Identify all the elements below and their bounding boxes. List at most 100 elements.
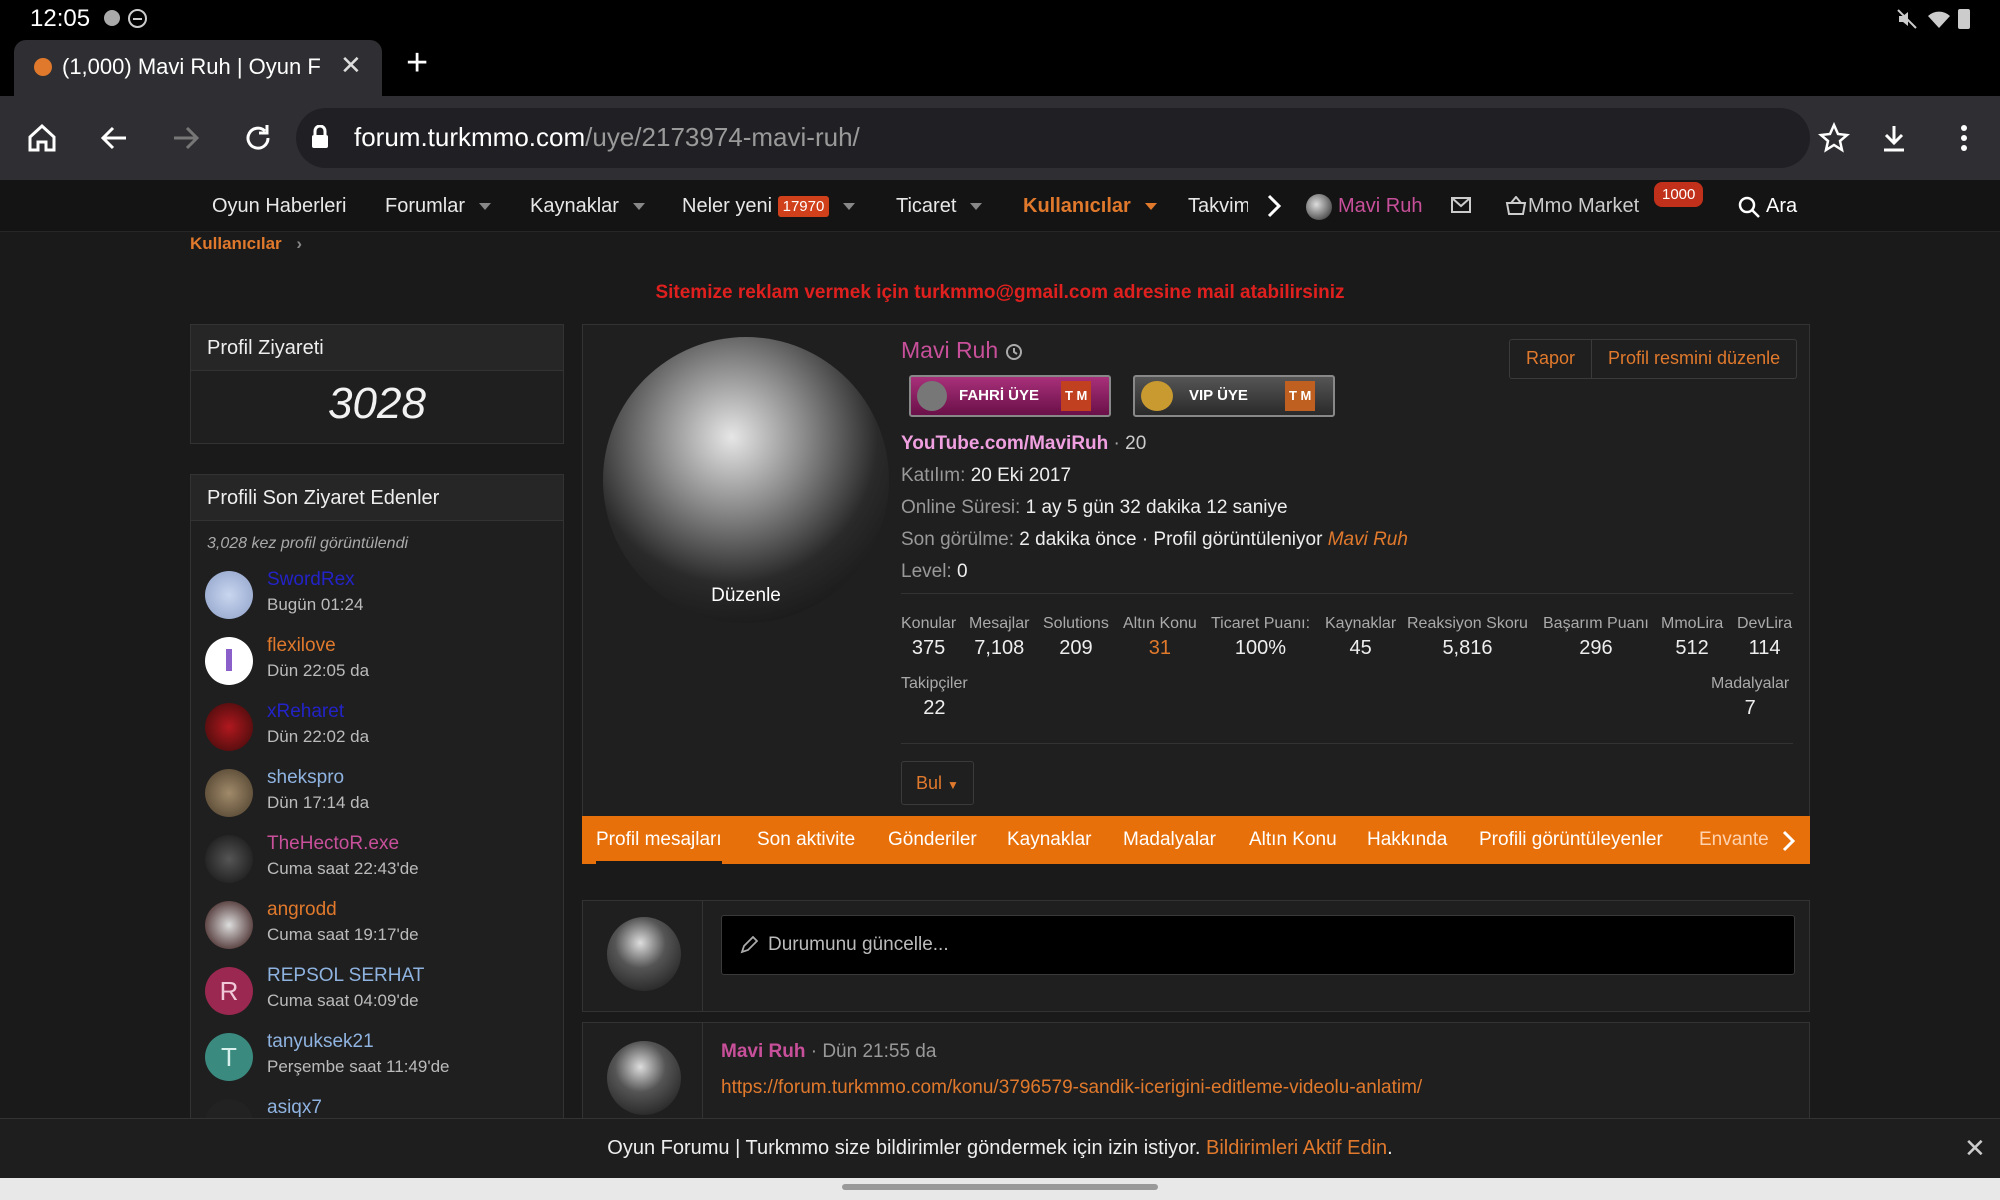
visitor-name[interactable]: TheHectoR.exe — [267, 833, 399, 855]
visitor-name[interactable]: tanyuksek21 — [267, 1031, 374, 1053]
stat-reaksiyon[interactable]: Reaksiyon Skoru 5,816 — [1407, 615, 1528, 660]
chevron-down-icon[interactable] — [970, 203, 983, 211]
lock-icon[interactable] — [310, 125, 330, 149]
chevron-right-icon[interactable] — [1266, 194, 1282, 218]
chevron-down-icon[interactable] — [1144, 203, 1157, 211]
lastseen-user[interactable]: Mavi Ruh — [1328, 529, 1408, 550]
star-icon[interactable] — [1818, 122, 1850, 154]
tab-son-aktivite[interactable]: Son aktivite — [757, 816, 855, 864]
avatar[interactable] — [205, 703, 253, 751]
avatar[interactable] — [205, 637, 253, 685]
list-item[interactable]: R REPSOL SERHAT Cuma saat 04:09'de — [205, 963, 555, 1027]
report-button[interactable]: Rapor — [1510, 340, 1593, 378]
stat-solutions[interactable]: Solutions 209 — [1043, 615, 1109, 660]
avatar[interactable] — [205, 835, 253, 883]
list-item[interactable]: shekspro Dün 17:14 da — [205, 765, 555, 829]
tab-kaynaklar[interactable]: Kaynaklar — [1007, 816, 1092, 864]
online-row: Online Süresi: 1 ay 5 gün 32 dakika 12 s… — [901, 497, 1288, 519]
post-author[interactable]: Mavi Ruh — [721, 1041, 805, 1062]
avatar[interactable]: T — [205, 1033, 253, 1081]
tab-gonderiler[interactable]: Gönderiler — [888, 816, 977, 864]
gesture-handle[interactable] — [842, 1184, 1158, 1190]
avatar[interactable] — [205, 1099, 253, 1118]
post-time[interactable]: · Dün 21:55 da — [811, 1041, 937, 1062]
chevron-down-icon[interactable] — [632, 203, 645, 211]
tab-hakkinda[interactable]: Hakkında — [1367, 816, 1447, 864]
search-icon[interactable] — [1738, 196, 1760, 218]
nav-ticaret[interactable]: Ticaret — [896, 180, 983, 232]
list-item[interactable]: SwordRex Bugün 01:24 — [205, 567, 555, 631]
menu-icon[interactable] — [1952, 122, 1976, 154]
profile-avatar[interactable]: Düzenle — [603, 337, 889, 623]
envelope-icon[interactable] — [1451, 197, 1471, 213]
nav-kullanicilar[interactable]: Kullanıcılar — [1023, 180, 1157, 232]
avatar[interactable] — [205, 571, 253, 619]
tab-profil-mesajlari[interactable]: Profil mesajları — [596, 816, 722, 864]
download-icon[interactable] — [1878, 122, 1910, 154]
nav-search[interactable]: Ara — [1766, 180, 1797, 232]
list-item[interactable]: asiqx7 — [205, 1095, 555, 1118]
address-bar[interactable]: forum.turkmmo.com/uye/2173974-mavi-ruh/ — [296, 108, 1810, 168]
level-label: Level: — [901, 561, 952, 582]
status-input[interactable]: Durumunu güncelle... — [721, 915, 1795, 975]
nav-mmo-market[interactable]: Mmo Market — [1528, 180, 1639, 232]
stat-basarim[interactable]: Başarım Puanı 296 — [1543, 615, 1649, 660]
avatar[interactable] — [205, 769, 253, 817]
breadcrumb-link[interactable]: Kullanıcılar — [190, 234, 282, 253]
avatar[interactable] — [205, 901, 253, 949]
find-button[interactable]: Bul ▼ — [901, 761, 974, 805]
tab-envanter[interactable]: Envante — [1699, 816, 1769, 864]
reload-icon[interactable] — [242, 122, 274, 154]
stat-mmolira[interactable]: MmoLira 512 — [1661, 615, 1723, 660]
stat-mesajlar[interactable]: Mesajlar 7,108 — [969, 615, 1029, 660]
avatar[interactable] — [607, 917, 681, 991]
basket-icon[interactable] — [1505, 196, 1527, 216]
visitor-name[interactable]: REPSOL SERHAT — [267, 965, 424, 987]
nav-neler-yeni[interactable]: Neler yeni 17970 — [682, 180, 856, 232]
list-item[interactable]: T tanyuksek21 Perşembe saat 11:49'de — [205, 1029, 555, 1093]
visitor-name[interactable]: shekspro — [267, 767, 344, 789]
avatar[interactable]: R — [205, 967, 253, 1015]
home-icon[interactable] — [26, 122, 58, 154]
enable-notifications-link[interactable]: Bildirimleri Aktif Edin — [1206, 1137, 1387, 1159]
list-item[interactable]: xReharet Dün 22:02 da — [205, 699, 555, 763]
nav-oyun-haberleri[interactable]: Oyun Haberleri — [212, 180, 347, 232]
back-icon[interactable] — [98, 122, 130, 154]
chevron-right-icon[interactable] — [1782, 830, 1796, 852]
tab-profili-goruntuleyenler[interactable]: Profili görüntüleyenler — [1479, 816, 1663, 864]
visitor-name[interactable]: SwordRex — [267, 569, 355, 591]
visitor-name[interactable]: flexilove — [267, 635, 336, 657]
new-tab-icon[interactable]: + — [406, 42, 428, 85]
stat-kaynaklar[interactable]: Kaynaklar 45 — [1325, 615, 1396, 660]
list-item[interactable]: angrodd Cuma saat 19:17'de — [205, 897, 555, 961]
stat-konular[interactable]: Konular 375 — [901, 615, 956, 660]
forward-icon[interactable] — [170, 122, 202, 154]
avatar[interactable] — [607, 1041, 681, 1115]
chevron-down-icon[interactable] — [479, 203, 492, 211]
tab-madalyalar[interactable]: Madalyalar — [1123, 816, 1216, 864]
close-tab-icon[interactable]: ✕ — [340, 50, 362, 81]
nav-forumlar[interactable]: Forumlar — [385, 180, 492, 232]
list-item[interactable]: flexilove Dün 22:05 da — [205, 633, 555, 697]
tab-altin-konu[interactable]: Altın Konu — [1249, 816, 1337, 864]
visitor-name[interactable]: angrodd — [267, 899, 337, 921]
stat-medals[interactable]: Madalyalar 7 — [1711, 675, 1789, 720]
stat-ticaret[interactable]: Ticaret Puanı: 100% — [1211, 615, 1310, 660]
stat-devlira[interactable]: DevLira 114 — [1737, 615, 1792, 660]
visitor-name[interactable]: asiqx7 — [267, 1097, 322, 1118]
nav-kaynaklar[interactable]: Kaynaklar — [530, 180, 645, 232]
nav-user-name[interactable]: Mavi Ruh — [1338, 180, 1422, 232]
nav-takvim[interactable]: Takvim — [1188, 180, 1248, 232]
stat-altin-konu[interactable]: Altın Konu 31 — [1123, 615, 1197, 660]
history-icon[interactable] — [1005, 343, 1023, 361]
stat-followers[interactable]: Takipçiler 22 — [901, 675, 968, 720]
close-icon[interactable]: ✕ — [1964, 1133, 1986, 1164]
visitor-name[interactable]: xReharet — [267, 701, 344, 723]
edit-avatar-link[interactable]: Düzenle — [603, 585, 889, 607]
post-link[interactable]: https://forum.turkmmo.com/konu/3796579-s… — [721, 1077, 1422, 1099]
chevron-down-icon[interactable] — [843, 203, 856, 211]
user-avatar[interactable] — [1306, 194, 1332, 220]
browser-tab[interactable]: (1,000) Mavi Ruh | Oyun F ✕ — [14, 40, 382, 96]
list-item[interactable]: TheHectoR.exe Cuma saat 22:43'de — [205, 831, 555, 895]
edit-avatar-button[interactable]: Profil resmini düzenle — [1592, 340, 1796, 378]
